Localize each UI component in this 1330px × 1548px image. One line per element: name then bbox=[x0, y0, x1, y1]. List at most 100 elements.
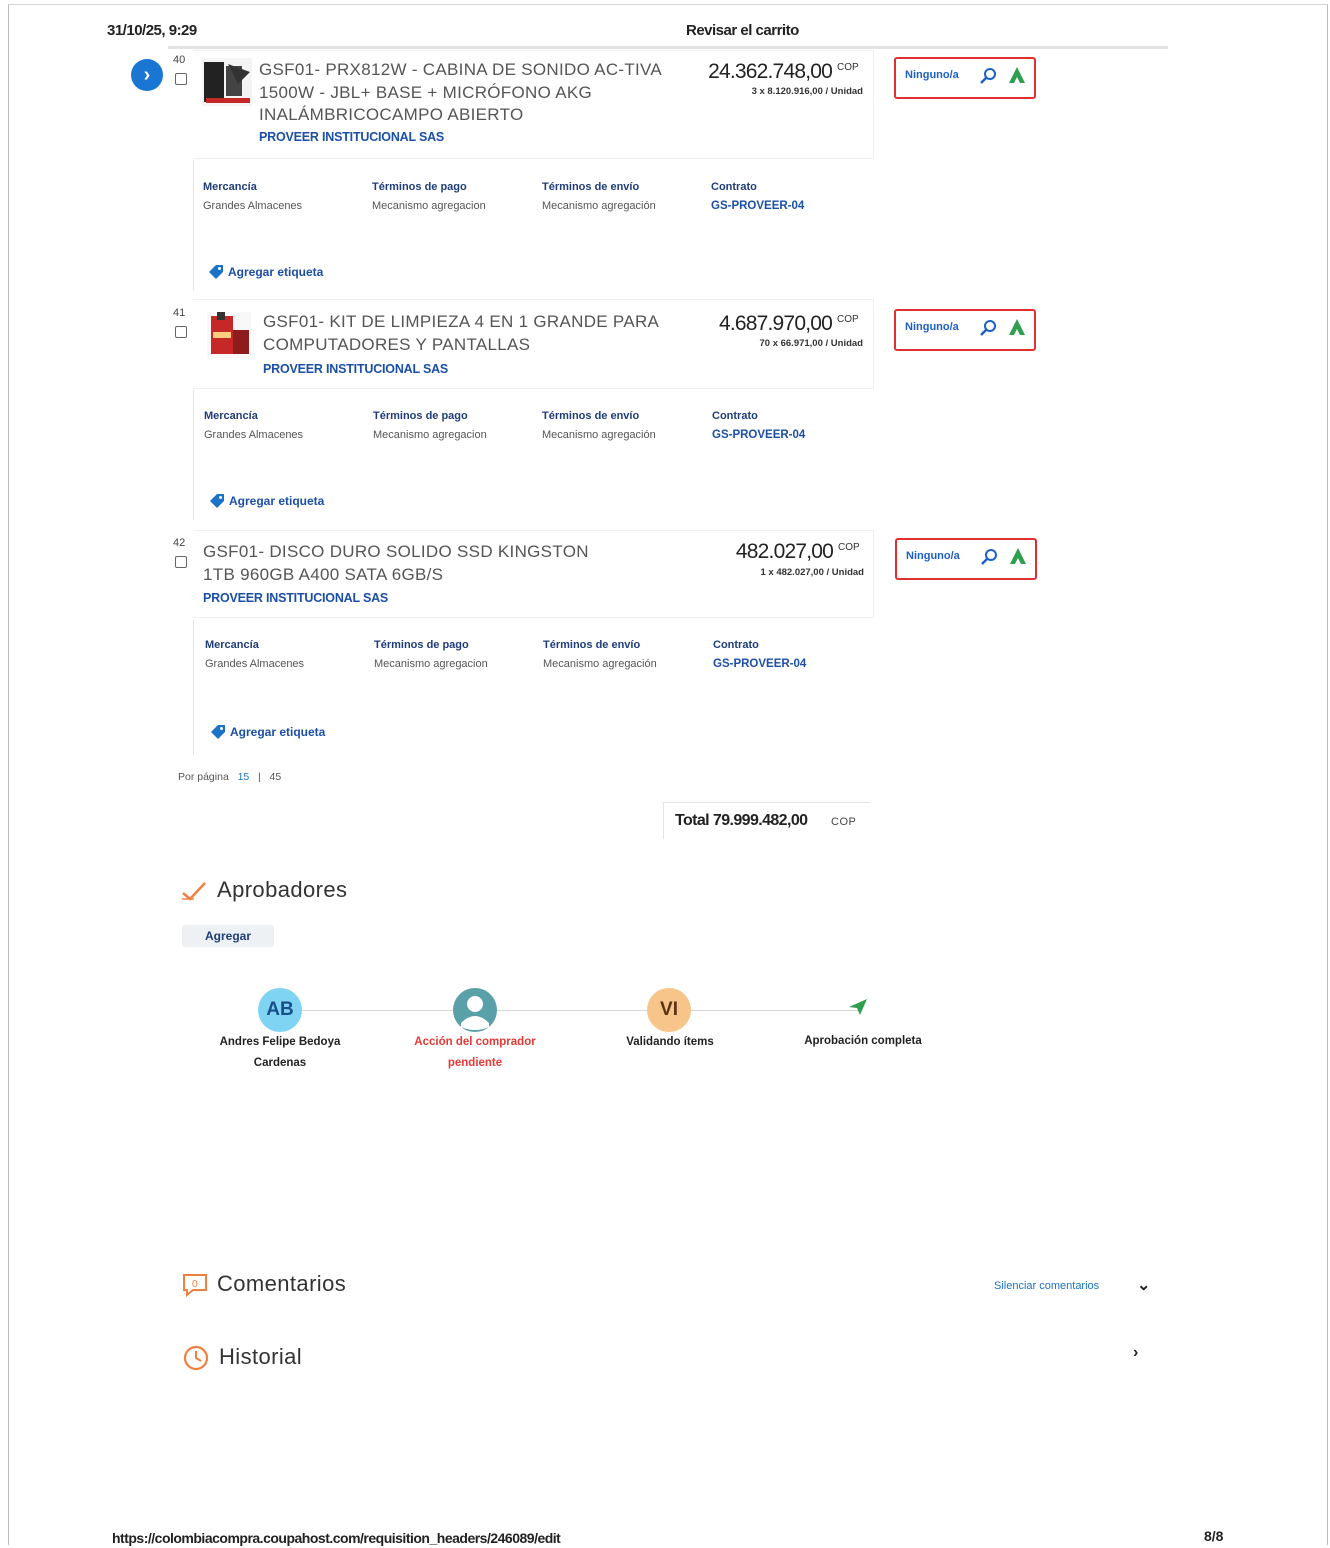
magnifier-icon[interactable] bbox=[979, 546, 1001, 568]
field-value: Mecanismo agregación bbox=[542, 200, 656, 212]
contract-link[interactable]: GS-PROVEER-04 bbox=[711, 200, 804, 212]
field-value: Mecanismo agregacion bbox=[373, 429, 487, 441]
approvers-title: Aprobadores bbox=[217, 877, 348, 902]
item-name[interactable]: GSF01- PRX812W - CABINA DE SONIDO AC-TIV… bbox=[259, 59, 679, 127]
svg-text:0: 0 bbox=[192, 1279, 198, 1290]
add-tag-label: Agregar etiqueta bbox=[228, 265, 324, 279]
supplier-name[interactable]: PROVEER INSTITUCIONAL SAS bbox=[203, 591, 388, 605]
print-url: https://colombiacompra.coupahost.com/req… bbox=[112, 1530, 561, 1546]
add-approver-button[interactable]: Agregar bbox=[182, 925, 274, 947]
field-value: Mecanismo agregacion bbox=[374, 658, 488, 670]
account-selector[interactable]: Ninguno/a bbox=[895, 538, 1037, 580]
step-name-line2: Cardenas bbox=[253, 1057, 307, 1069]
account-selector[interactable]: Ninguno/a bbox=[894, 309, 1036, 351]
step-name-line1: Acción del comprador bbox=[414, 1036, 536, 1048]
tree-icon[interactable] bbox=[1007, 546, 1029, 568]
add-tag-label: Agregar etiqueta bbox=[229, 494, 325, 508]
supplier-name[interactable]: PROVEER INSTITUCIONAL SAS bbox=[263, 362, 448, 376]
field-label: Contrato bbox=[713, 639, 759, 651]
tag-icon bbox=[209, 265, 223, 279]
magnifier-icon[interactable] bbox=[978, 317, 1000, 339]
account-selector[interactable]: Ninguno/a bbox=[894, 57, 1036, 99]
chevron-right-icon[interactable]: › bbox=[131, 59, 163, 91]
tag-icon bbox=[210, 494, 224, 508]
history-title[interactable]: Historial bbox=[219, 1344, 302, 1370]
approval-step-name[interactable]: Acción del comprador pendiente bbox=[385, 1032, 565, 1074]
per-page-label: Por página bbox=[178, 771, 229, 783]
line-number: 42 bbox=[173, 537, 186, 549]
chevron-down-icon[interactable]: ⌄ bbox=[1137, 1275, 1150, 1295]
per-page-separator: | bbox=[258, 771, 261, 783]
line-checkbox[interactable] bbox=[175, 556, 187, 568]
tree-icon[interactable] bbox=[1006, 65, 1028, 87]
add-tag-button[interactable]: Agregar etiqueta bbox=[207, 263, 323, 281]
item-price: 482.027,00 bbox=[735, 540, 834, 563]
line-number: 40 bbox=[173, 54, 186, 66]
item-price: 24.362.748,00 bbox=[708, 60, 833, 83]
item-detail-rule bbox=[193, 390, 194, 520]
paper-plane-icon bbox=[848, 998, 868, 1021]
field-label: Términos de envío bbox=[543, 639, 641, 651]
field-value: Grandes Almacenes bbox=[204, 429, 304, 441]
price-currency: COP bbox=[837, 62, 859, 73]
magnifier-icon[interactable] bbox=[978, 65, 1000, 87]
field-label: Términos de pago bbox=[373, 410, 468, 422]
total-amount: 79.999.482,00 bbox=[712, 812, 808, 829]
field-label: Mercancía bbox=[203, 181, 257, 193]
product-thumbnail bbox=[207, 312, 251, 363]
approval-step-name[interactable]: Aprobación completa bbox=[773, 1031, 953, 1052]
line-checkbox[interactable] bbox=[175, 326, 187, 338]
print-date: 31/10/25, 9:29 bbox=[107, 22, 197, 39]
comments-title[interactable]: Comentarios bbox=[217, 1271, 346, 1297]
approval-step-name[interactable]: Validando ítems bbox=[580, 1032, 760, 1053]
tag-icon bbox=[211, 725, 225, 739]
unit-calculation: 3 x 8.120.916,00 / Unidad bbox=[751, 86, 863, 97]
price-currency: COP bbox=[838, 542, 860, 553]
supplier-name[interactable]: PROVEER INSTITUCIONAL SAS bbox=[259, 130, 444, 144]
field-value: Grandes Almacenes bbox=[205, 658, 305, 670]
line-checkbox[interactable] bbox=[175, 73, 187, 85]
print-title: Revisar el carrito bbox=[686, 22, 799, 39]
field-label: Términos de pago bbox=[372, 181, 467, 193]
field-label: Términos de envío bbox=[542, 181, 640, 193]
add-tag-label: Agregar etiqueta bbox=[230, 725, 326, 739]
field-label: Términos de envío bbox=[542, 410, 640, 422]
avatar[interactable]: VI bbox=[647, 988, 691, 1032]
account-value: Ninguno/a bbox=[906, 550, 960, 562]
field-value: Mecanismo agregación bbox=[543, 658, 657, 670]
product-thumbnail bbox=[202, 58, 252, 111]
tree-icon[interactable] bbox=[1006, 317, 1028, 339]
price-currency: COP bbox=[837, 314, 859, 325]
field-label: Contrato bbox=[712, 410, 758, 422]
step-name-line1: Aprobación completa bbox=[804, 1035, 922, 1047]
field-label: Mercancía bbox=[204, 410, 258, 422]
field-value: Grandes Almacenes bbox=[203, 200, 303, 212]
print-page-number: 8/8 bbox=[1204, 1528, 1224, 1544]
contract-link[interactable]: GS-PROVEER-04 bbox=[712, 429, 805, 441]
item-price: 4.687.970,00 bbox=[718, 312, 833, 335]
total-currency: COP bbox=[831, 816, 857, 828]
per-page-selector: Por página 15 | 45 bbox=[178, 771, 281, 783]
silence-comments-link[interactable]: Silenciar comentarios bbox=[994, 1280, 1099, 1292]
item-detail-rule bbox=[193, 160, 194, 290]
item-name[interactable]: GSF01- KIT DE LIMPIEZA 4 EN 1 GRANDE PAR… bbox=[263, 311, 683, 356]
per-page-option-15[interactable]: 15 bbox=[238, 771, 250, 783]
approval-step-name[interactable]: Andres Felipe Bedoya Cardenas bbox=[190, 1032, 370, 1074]
add-tag-button[interactable]: Agregar etiqueta bbox=[209, 723, 325, 741]
step-name-line2: pendiente bbox=[447, 1057, 503, 1069]
cart-total: Total 79.999.482,00 bbox=[675, 812, 808, 830]
per-page-option-45[interactable]: 45 bbox=[270, 771, 282, 783]
cart-top-divider bbox=[168, 46, 1168, 49]
step-name-line1: Validando ítems bbox=[626, 1036, 714, 1048]
add-tag-button[interactable]: Agregar etiqueta bbox=[208, 492, 324, 510]
step-name-line1: Andres Felipe Bedoya bbox=[219, 1036, 341, 1048]
chevron-right-icon[interactable]: › bbox=[1133, 1344, 1138, 1362]
item-name[interactable]: GSF01- DISCO DURO SOLIDO SSD KINGSTON 1T… bbox=[203, 541, 623, 586]
checkmark-icon bbox=[180, 879, 208, 908]
user-icon[interactable] bbox=[451, 987, 499, 1038]
field-label: Contrato bbox=[711, 181, 757, 193]
avatar[interactable]: AB bbox=[258, 988, 302, 1032]
item-detail-rule bbox=[193, 620, 194, 755]
line-number: 41 bbox=[173, 307, 186, 319]
contract-link[interactable]: GS-PROVEER-04 bbox=[713, 658, 806, 670]
